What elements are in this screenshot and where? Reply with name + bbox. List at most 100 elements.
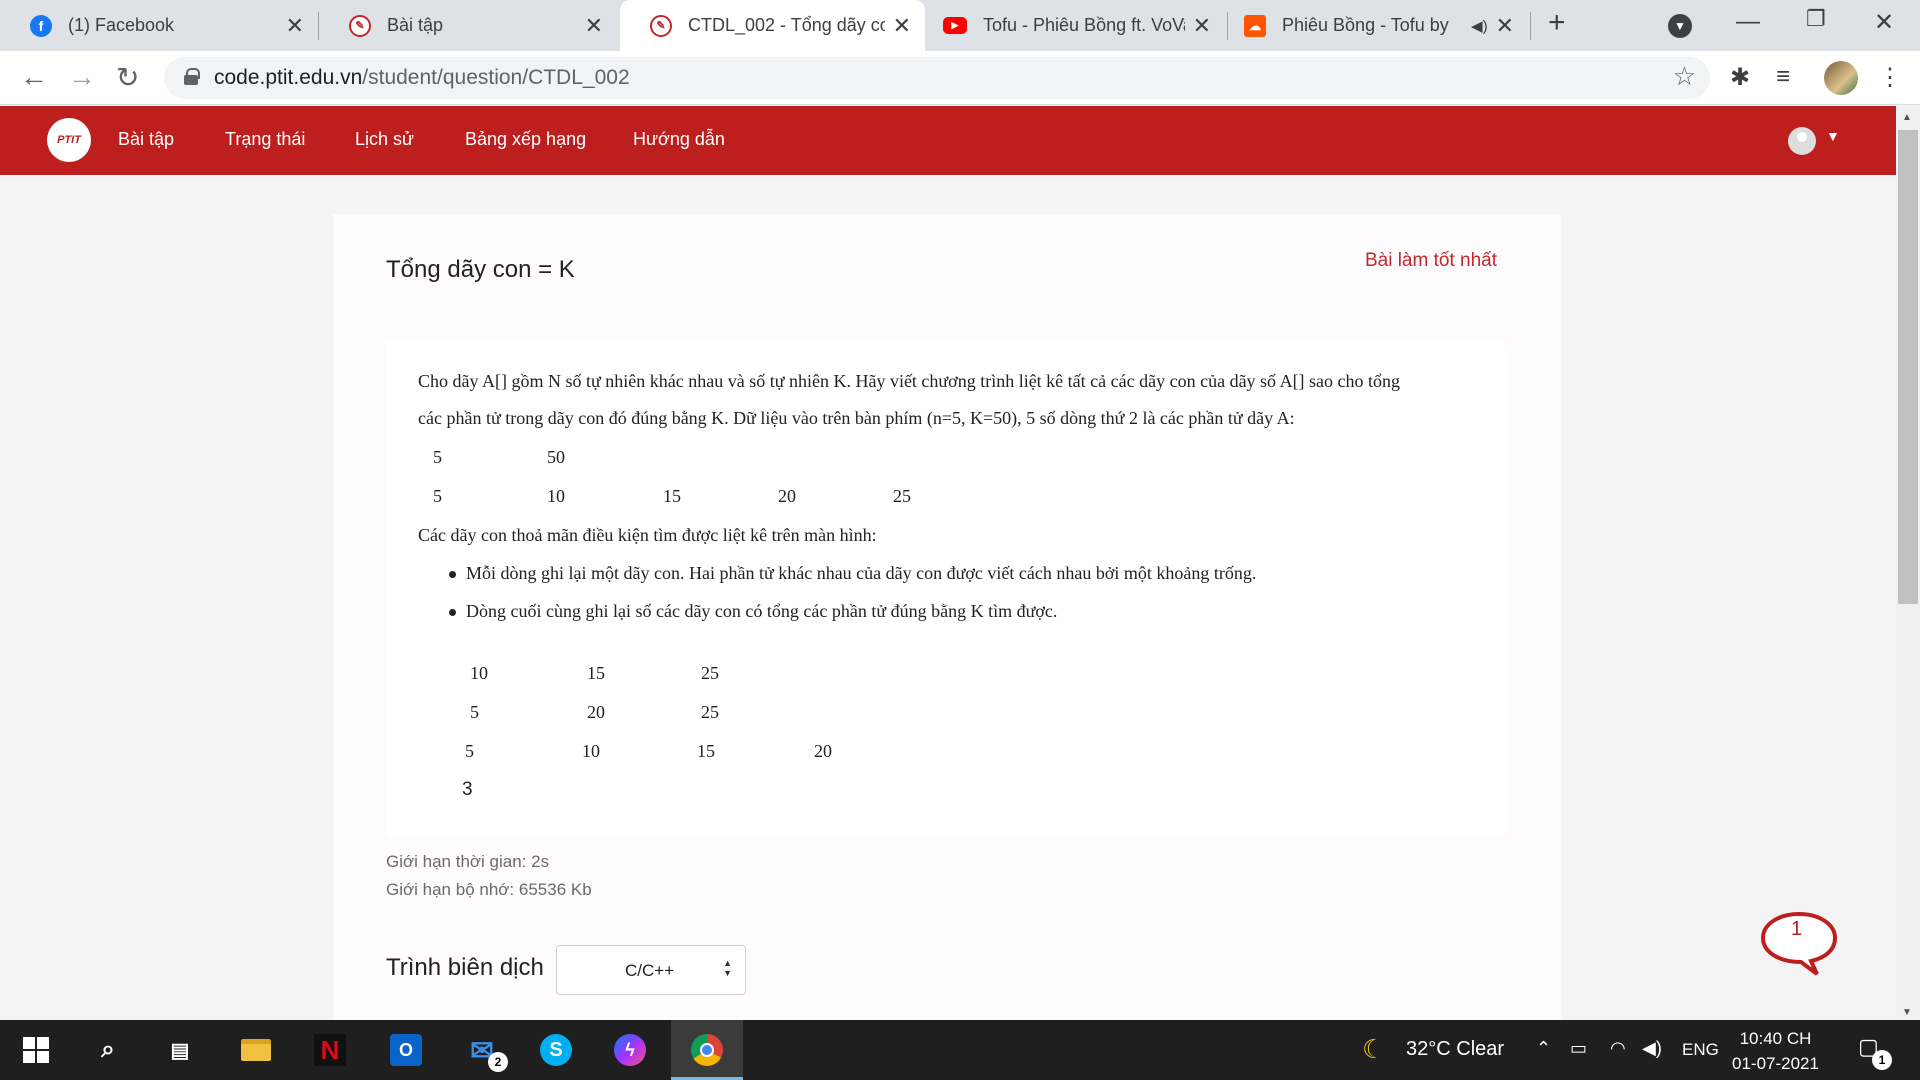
- tab-divider: [1530, 12, 1531, 40]
- tab-search-icon[interactable]: ▼: [1668, 14, 1692, 38]
- compiler-label: Trình biên dịch: [386, 954, 544, 981]
- nav-trang-thai[interactable]: Trạng thái: [225, 129, 305, 150]
- logo-text: PTIT: [57, 134, 81, 146]
- tab-title: (1) Facebook: [68, 15, 175, 35]
- more-menu-icon[interactable]: ⋮: [1878, 63, 1902, 92]
- file-explorer-icon[interactable]: [240, 1034, 272, 1066]
- scroll-down-icon[interactable]: ▼: [1902, 1007, 1912, 1018]
- tab-strip: f (1) Facebook ✕ ✎ Bài tập ✕ ✎ CTDL_002 …: [0, 0, 1920, 51]
- input-value: 20: [778, 486, 796, 506]
- output-value: 5: [470, 702, 479, 722]
- windows-taskbar: ⌕ ▤ N O ✉ 2 S ϟ ☾ 32°C Clear ⌃ ▭ ◠ ◀) EN…: [0, 1020, 1920, 1080]
- lock-icon: [184, 68, 200, 85]
- tab-title: CTDL_002 - Tổng dãy con: [688, 15, 885, 35]
- forward-arrow-icon[interactable]: →: [68, 61, 96, 93]
- chrome-active-tile[interactable]: [671, 1020, 743, 1080]
- reload-icon[interactable]: ↻: [116, 61, 139, 94]
- weather-text[interactable]: 32°C Clear: [1406, 1038, 1504, 1061]
- close-icon[interactable]: ✕: [585, 13, 603, 39]
- close-icon[interactable]: ✕: [1193, 13, 1211, 39]
- output-value: 10: [582, 741, 600, 761]
- system-clock[interactable]: 10:40 CH 01-07-2021: [1732, 1026, 1819, 1076]
- clock-time: 10:40 CH: [1739, 1029, 1812, 1048]
- task-view-icon[interactable]: ▤: [164, 1034, 196, 1066]
- tab-bai-tap[interactable]: ✎ Bài tập ✕: [319, 0, 617, 51]
- clock-date: 01-07-2021: [1732, 1054, 1819, 1073]
- search-icon[interactable]: ⌕: [92, 1034, 124, 1066]
- output-count: 3: [462, 779, 473, 800]
- window-close-icon[interactable]: ✕: [1874, 8, 1894, 37]
- windows-start-icon[interactable]: [20, 1034, 52, 1066]
- output-value: 25: [701, 663, 719, 683]
- description-line-2: các phần tử trong dãy con đó đúng bằng K…: [418, 408, 1295, 428]
- netflix-icon[interactable]: N: [314, 1034, 346, 1066]
- time-limit: Giới hạn thời gian: 2s: [386, 852, 550, 871]
- close-icon[interactable]: ✕: [286, 13, 304, 39]
- page-scrollbar[interactable]: ▲ ▼: [1896, 106, 1920, 1020]
- best-solution-link[interactable]: Bài làm tốt nhất: [1365, 250, 1497, 272]
- select-arrows-icon: ▲ ▼: [723, 958, 732, 978]
- nav-huong-dan[interactable]: Hướng dẫn: [633, 129, 725, 150]
- output-value: 15: [697, 741, 715, 761]
- extensions-puzzle-icon[interactable]: ✱: [1730, 63, 1750, 92]
- restore-icon[interactable]: ❐: [1806, 6, 1826, 32]
- minimize-icon[interactable]: —: [1736, 8, 1760, 36]
- problem-title: Tổng dãy con = K: [386, 256, 575, 283]
- media-playlist-icon[interactable]: ≡: [1776, 63, 1790, 91]
- close-icon[interactable]: ✕: [1496, 13, 1514, 39]
- new-tab-plus-icon[interactable]: +: [1548, 6, 1566, 40]
- memory-limit: Giới hạn bộ nhớ: 65536 Kb: [386, 880, 592, 899]
- tab-title: Bài tập: [387, 15, 444, 35]
- input-value: 15: [663, 486, 681, 506]
- notification-badge: 1: [1872, 1050, 1892, 1070]
- caret-down-icon[interactable]: ▼: [1826, 128, 1840, 144]
- compiler-select[interactable]: C/C++ ▲ ▼: [556, 945, 746, 995]
- nav-lich-su[interactable]: Lịch sử: [355, 129, 414, 150]
- nav-bai-tap[interactable]: Bài tập: [118, 129, 174, 150]
- outlook-icon[interactable]: O: [390, 1034, 422, 1066]
- tab-soundcloud[interactable]: ☁ Phiêu Bồng - Tofu by ◀) ✕: [1228, 0, 1528, 51]
- soundcloud-icon: ☁: [1244, 14, 1266, 37]
- chrome-icon: [691, 1034, 723, 1066]
- list-item: Mỗi dòng ghi lại một dãy con. Hai phần t…: [418, 563, 1256, 601]
- rules-list: Mỗi dòng ghi lại một dãy con. Hai phần t…: [418, 563, 1256, 639]
- ptit-logo[interactable]: PTIT: [47, 118, 91, 162]
- battery-icon[interactable]: ▭: [1570, 1038, 1587, 1059]
- nav-bang-xep-hang[interactable]: Bảng xếp hạng: [465, 129, 586, 150]
- tab-ctdl-002[interactable]: ✎ CTDL_002 - Tổng dãy con ✕: [620, 0, 925, 51]
- input-value: 5: [433, 447, 442, 467]
- output-value: 20: [814, 741, 832, 761]
- ptit-icon: ✎: [349, 14, 371, 37]
- tab-title: Phiêu Bồng - Tofu by: [1282, 15, 1449, 35]
- chat-count: 1: [1791, 918, 1803, 940]
- output-value: 10: [470, 663, 488, 683]
- speaker-icon[interactable]: ◀): [1471, 17, 1488, 35]
- show-hidden-icons-chevron-icon[interactable]: ⌃: [1536, 1038, 1551, 1059]
- scroll-up-icon[interactable]: ▲: [1902, 112, 1912, 123]
- facebook-icon: f: [30, 14, 52, 37]
- problem-card: Tổng dãy con = K Bài làm tốt nhất Cho dã…: [333, 214, 1561, 1034]
- messenger-icon[interactable]: ϟ: [614, 1034, 646, 1066]
- wifi-icon[interactable]: ◠: [1610, 1038, 1626, 1059]
- browser-toolbar: ← → ↻ code.ptit.edu.vn/student/question/…: [0, 51, 1920, 105]
- moon-weather-icon[interactable]: ☾: [1362, 1034, 1385, 1065]
- ptit-icon: ✎: [650, 14, 672, 37]
- profile-avatar[interactable]: [1824, 61, 1858, 95]
- chat-bubble[interactable]: 1: [1759, 910, 1839, 978]
- volume-icon[interactable]: ◀): [1642, 1038, 1662, 1059]
- language-indicator[interactable]: ENG: [1682, 1040, 1719, 1060]
- address-bar[interactable]: code.ptit.edu.vn/student/question/CTDL_0…: [164, 57, 1710, 99]
- tab-facebook[interactable]: f (1) Facebook ✕: [0, 0, 318, 51]
- scrollbar-thumb[interactable]: [1898, 130, 1918, 604]
- compiler-value: C/C++: [625, 961, 675, 980]
- close-icon[interactable]: ✕: [893, 13, 911, 39]
- user-avatar[interactable]: [1788, 127, 1816, 155]
- youtube-icon: ▶: [943, 17, 967, 34]
- url-text[interactable]: code.ptit.edu.vn/student/question/CTDL_0…: [214, 66, 630, 90]
- output-value: 25: [701, 702, 719, 722]
- bookmark-star-icon[interactable]: ☆: [1673, 61, 1696, 92]
- skype-icon[interactable]: S: [540, 1034, 572, 1066]
- back-arrow-icon[interactable]: ←: [20, 61, 48, 93]
- input-value: 25: [893, 486, 911, 506]
- tab-youtube[interactable]: ▶ Tofu - Phiêu Bồng ft. VoVa ✕: [925, 0, 1225, 51]
